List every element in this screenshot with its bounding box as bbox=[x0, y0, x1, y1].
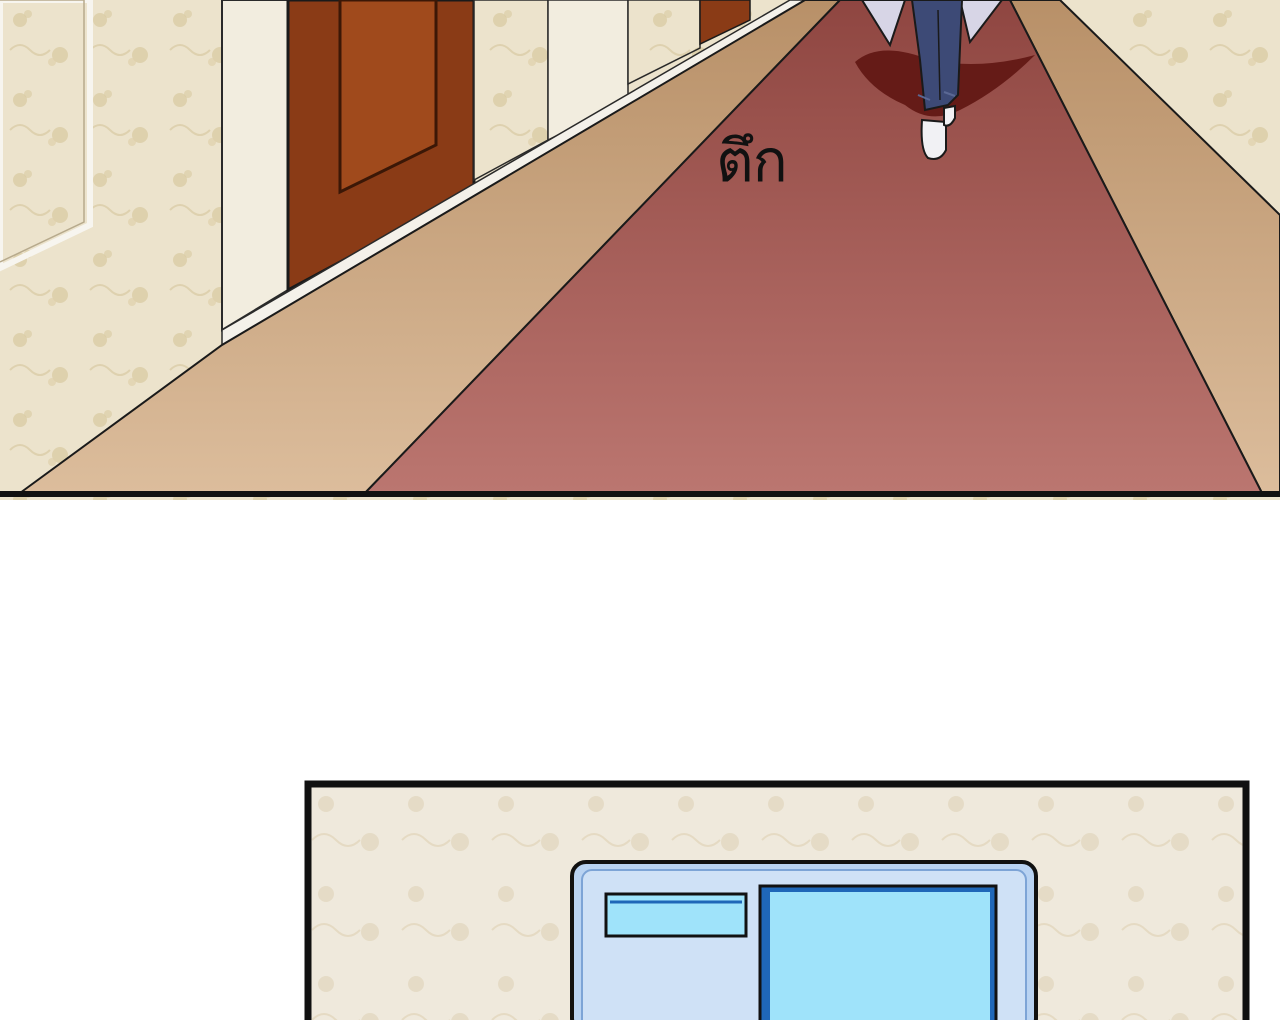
device-small-screen bbox=[604, 892, 748, 938]
hallway-panel: ตึก bbox=[0, 0, 1280, 500]
sound-effect-text: ตึก bbox=[716, 127, 788, 195]
wall-pilaster bbox=[221, 0, 289, 332]
device-panel bbox=[304, 780, 1250, 1020]
character-foot-left bbox=[920, 118, 947, 160]
device-illustration bbox=[304, 780, 1250, 1020]
hallway-illustration bbox=[0, 0, 1280, 500]
